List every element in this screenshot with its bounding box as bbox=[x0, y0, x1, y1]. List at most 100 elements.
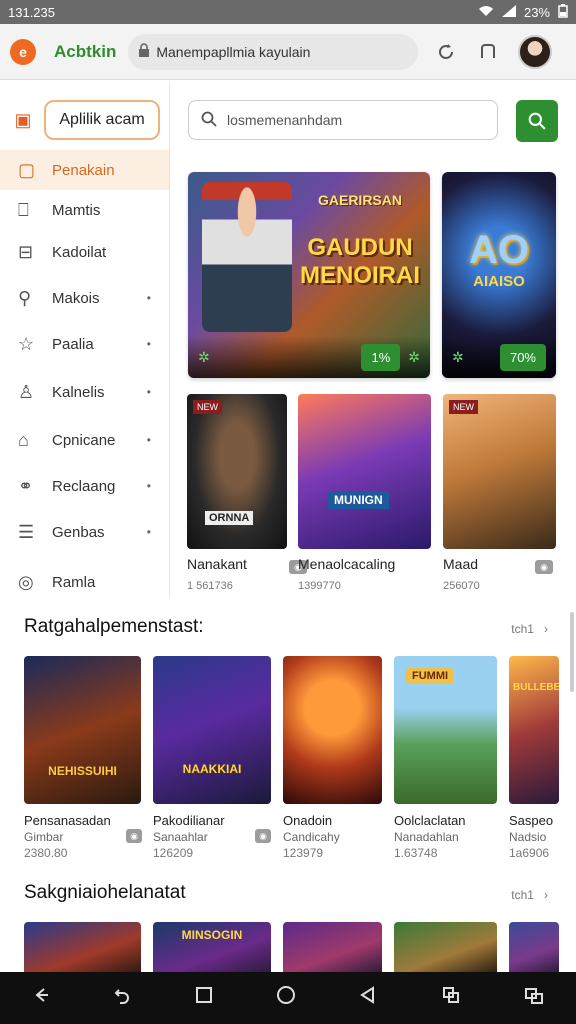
game-card[interactable]: NAAKKIAI bbox=[153, 656, 271, 804]
featured-card[interactable]: GAERIRSAN GAUDUN MENOIRAI ✲ 1% ✲ bbox=[188, 172, 430, 378]
featured-overlay: ✲ 70% bbox=[442, 336, 556, 378]
sparkle-icon: ✲ bbox=[408, 348, 420, 365]
sidebar-item-penakain[interactable]: ▢ Penakain bbox=[0, 150, 169, 190]
camera-icon: ◎ bbox=[18, 571, 34, 592]
system-nav-bar bbox=[0, 972, 576, 1024]
controller-icon: ◉ bbox=[255, 829, 271, 843]
chevron-right-icon: › bbox=[537, 622, 548, 636]
game-name: Oolclaclatan bbox=[394, 813, 466, 828]
game-meta: Oolclaclatan Nanadahlan 1.63748 bbox=[394, 813, 500, 860]
calendar-icon: ▣ bbox=[14, 109, 32, 130]
sidebar-item-label: Paalia bbox=[52, 335, 94, 353]
briefcase-icon: ▢ bbox=[18, 159, 36, 180]
sidebar-item-kalnelis[interactable]: ♙ Kalnelis • bbox=[0, 372, 169, 412]
featured-overlay: ✲ 1% ✲ bbox=[188, 336, 430, 378]
back-arrow-icon[interactable] bbox=[32, 986, 50, 1010]
section-title: Ratgahalpemenstast: bbox=[24, 616, 204, 637]
sidebar-brand[interactable]: ▣ Aplilik acam bbox=[12, 100, 169, 140]
tabs-button[interactable] bbox=[474, 38, 502, 66]
game-name: Saspeo bbox=[509, 813, 554, 828]
game-publisher: Candicahy bbox=[283, 830, 340, 844]
sidebar-item-ramla[interactable]: ◎ Ramla bbox=[0, 562, 169, 598]
game-count: 1.63748 bbox=[394, 846, 438, 860]
game-count: 1a6906 bbox=[509, 846, 550, 860]
app-name: Acbtkin bbox=[54, 41, 117, 61]
lock-icon bbox=[138, 43, 150, 60]
game-card[interactable]: NEW bbox=[443, 394, 556, 549]
game-publisher: Gimbar bbox=[24, 830, 64, 844]
sidebar-item-reclaang[interactable]: ⚭ Reclaang • bbox=[0, 466, 169, 506]
sidebar-item-label: Penakain bbox=[52, 161, 115, 179]
section-more-label: tch1 bbox=[511, 622, 534, 636]
game-count: 1399770 bbox=[298, 580, 341, 592]
game-card[interactable] bbox=[509, 922, 559, 974]
game-name: Pensanasadan bbox=[24, 813, 111, 828]
sidebar-item-makois[interactable]: ⚲ Makois • bbox=[0, 278, 169, 318]
card-art-title: ORNNA bbox=[205, 511, 254, 525]
split-screen-icon[interactable] bbox=[524, 985, 544, 1011]
sidebar-item-mamtis[interactable]: ⎕ Mamtis bbox=[0, 190, 169, 230]
square-icon: ⊟ bbox=[18, 241, 34, 262]
sidebar-item-paalia[interactable]: ☆ Paalia • bbox=[0, 324, 169, 364]
game-publisher: Nadsio bbox=[509, 830, 547, 844]
game-card[interactable] bbox=[283, 656, 382, 804]
avatar[interactable] bbox=[518, 34, 553, 69]
sidebar-item-label: Makois bbox=[52, 289, 100, 307]
user-icon: ♙ bbox=[18, 381, 35, 402]
card-tag: NEW bbox=[193, 400, 222, 414]
reload-button[interactable] bbox=[432, 38, 460, 66]
game-card[interactable]: BULLEBES bbox=[509, 656, 559, 804]
home-icon[interactable] bbox=[276, 985, 296, 1011]
controller-icon: ◉ bbox=[126, 829, 142, 843]
app-root: { "status": {"time": "131.235", "battery… bbox=[0, 0, 576, 1024]
chevron-right-icon: › bbox=[537, 888, 548, 902]
game-card[interactable]: MUNIGN bbox=[298, 394, 431, 549]
game-card[interactable]: MINSOGIN bbox=[153, 922, 271, 974]
game-publisher: Sanaahlar bbox=[153, 830, 208, 844]
url-bar[interactable]: Manempapllmia kayulain bbox=[128, 33, 419, 70]
game-card[interactable]: NEHISSUIHI bbox=[24, 656, 141, 804]
chevron-dot-icon: • bbox=[146, 479, 151, 493]
game-meta: Menaolcacaling 1399770 bbox=[298, 556, 430, 592]
featured-title: AO bbox=[469, 228, 529, 272]
game-card[interactable] bbox=[24, 922, 141, 974]
sidebar-item-label: Reclaang bbox=[52, 477, 116, 495]
game-meta: Pakodilianar Sanaahlar 126209 ◉ bbox=[153, 813, 271, 860]
game-card[interactable] bbox=[283, 922, 382, 974]
game-card[interactable]: NEW ORNNA bbox=[187, 394, 287, 549]
chevron-dot-icon: • bbox=[146, 337, 151, 351]
sidebar-brand-label: Aplilik acam bbox=[44, 100, 160, 140]
sidebar-item-kadoilat[interactable]: ⊟ Kadoilat bbox=[0, 232, 169, 272]
percent-badge: 70% bbox=[499, 343, 546, 371]
sidebar-item-cpnicane[interactable]: ⌂ Cpnicane • bbox=[0, 420, 169, 460]
tag-icon: ⚭ bbox=[18, 475, 34, 496]
undo-icon[interactable] bbox=[113, 986, 131, 1010]
search-input[interactable]: losmemenanhdam bbox=[188, 100, 498, 140]
sidebar: ▣ Aplilik acam ▢ Penakain ⎕ Mamtis ⊟ Kad… bbox=[0, 82, 170, 598]
sparkle-icon: ✲ bbox=[198, 348, 210, 365]
section-more-link[interactable]: tch1 › bbox=[511, 888, 548, 902]
app-logo-icon[interactable]: e bbox=[10, 38, 36, 65]
percent-badge: 1% bbox=[361, 343, 401, 371]
game-meta: Onadoin Candicahy 123979 bbox=[283, 813, 383, 860]
search-button[interactable] bbox=[516, 100, 558, 142]
chevron-dot-icon: • bbox=[146, 525, 151, 539]
recents-icon[interactable] bbox=[195, 986, 213, 1010]
search-icon: ⚲ bbox=[18, 287, 32, 308]
game-count: 126209 bbox=[153, 846, 194, 860]
sidebar-item-genbas[interactable]: ☰ Genbas • bbox=[0, 512, 169, 552]
lock-icon: ⌂ bbox=[18, 429, 29, 450]
back-triangle-icon[interactable] bbox=[359, 986, 377, 1010]
card-art-title: MUNIGN bbox=[328, 491, 389, 509]
game-card[interactable]: FUMMI bbox=[394, 656, 497, 804]
section-more-link[interactable]: tch1 › bbox=[511, 622, 548, 636]
rotate-icon[interactable] bbox=[441, 985, 461, 1011]
battery-text: 23% bbox=[523, 4, 550, 20]
bookmark-icon: ⎕ bbox=[18, 199, 29, 220]
wifi-icon bbox=[478, 5, 494, 20]
game-card[interactable] bbox=[394, 922, 497, 974]
chevron-dot-icon: • bbox=[146, 291, 151, 305]
featured-card[interactable]: AO AIAISO ✲ 70% bbox=[442, 172, 556, 378]
game-count: 123979 bbox=[283, 846, 324, 860]
scrollbar[interactable] bbox=[570, 612, 574, 692]
